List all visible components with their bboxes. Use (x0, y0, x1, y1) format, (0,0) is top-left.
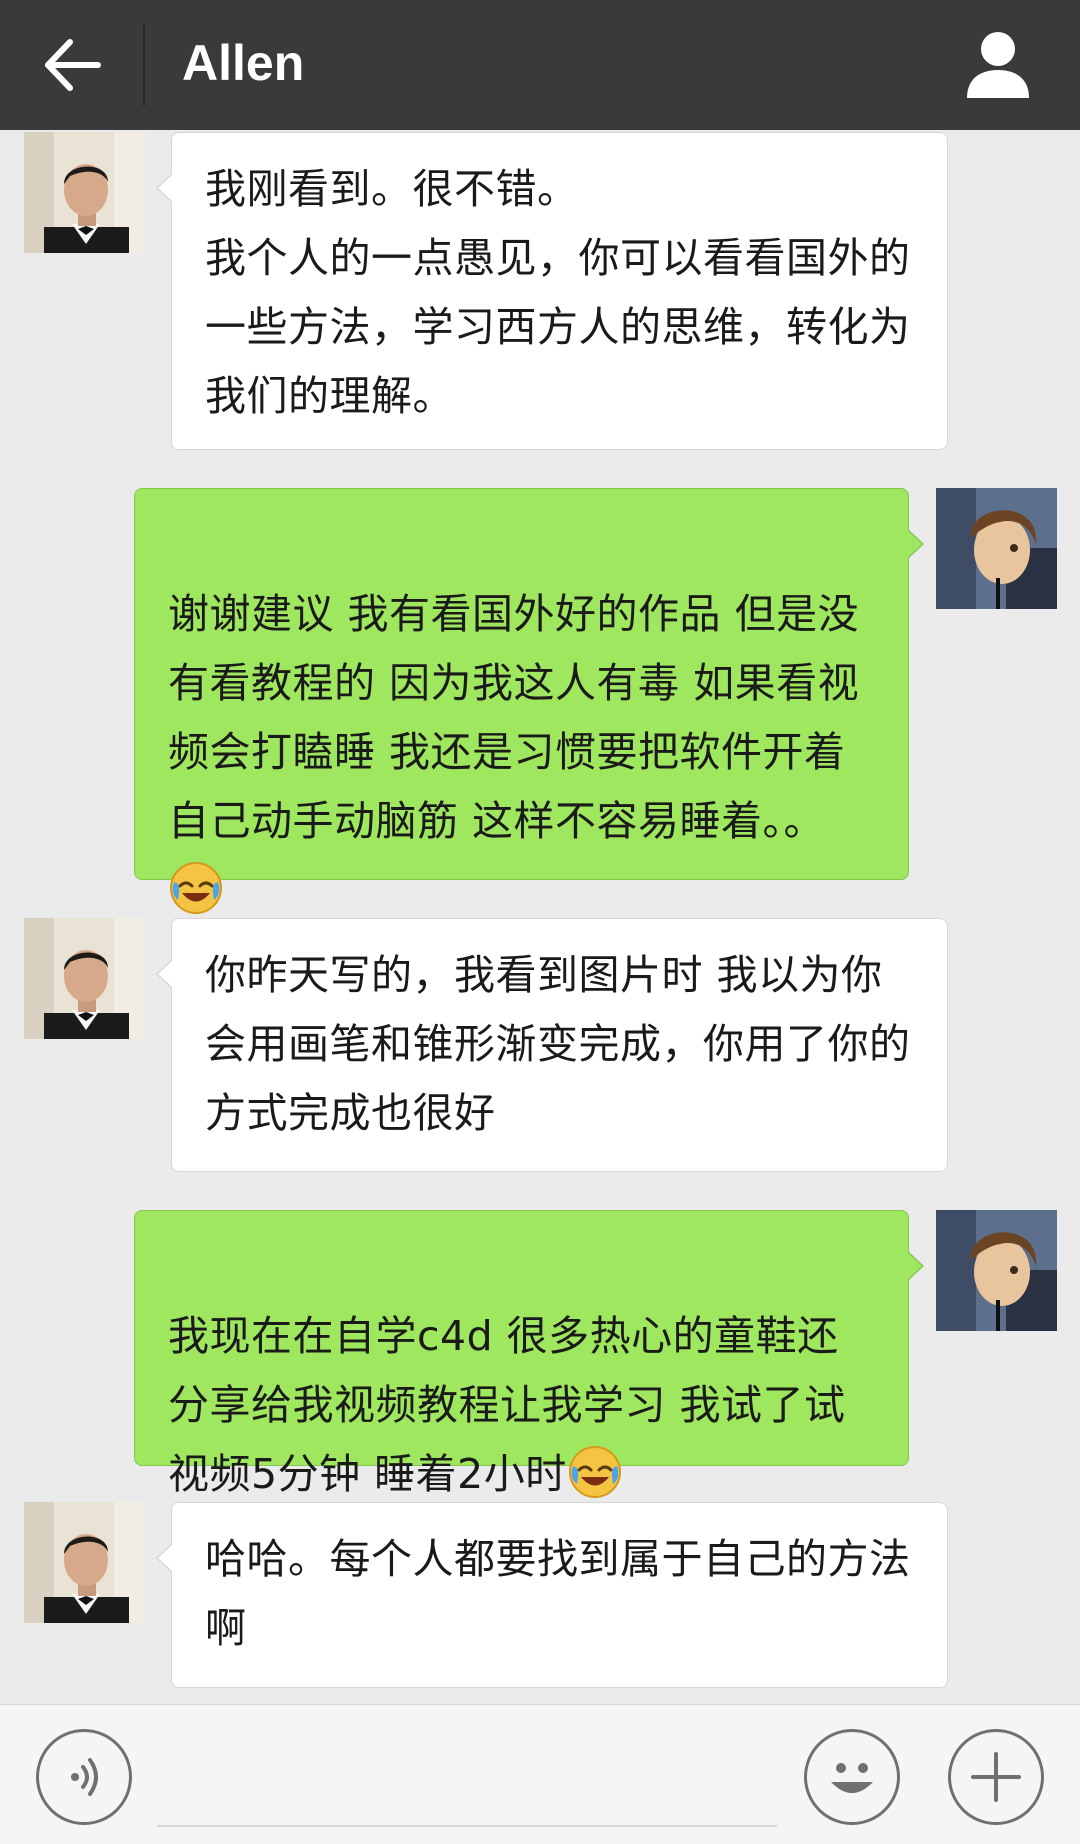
laughing-crying-emoji-icon (567, 1444, 623, 1500)
my-avatar[interactable] (936, 1210, 1057, 1331)
plus-icon (971, 1752, 1021, 1802)
voice-icon (71, 1758, 98, 1796)
message-bubble-incoming[interactable]: 我刚看到。很不错。 我个人的一点愚见，你可以看看国外的一些方法，学习西方人的思维… (156, 132, 948, 450)
message-text: 我现在在自学c4d 很多热心的童鞋还分享给我视频教程让我学习 我试了试 视频5分… (168, 1312, 846, 1498)
contact-avatar[interactable] (24, 1502, 145, 1623)
back-button[interactable] (28, 20, 118, 110)
message-bubble-outgoing[interactable]: 我现在在自学c4d 很多热心的童鞋还分享给我视频教程让我学习 我试了试 视频5分… (134, 1210, 924, 1498)
chat-title: Allen (182, 35, 305, 91)
message-text: 谢谢建议 我有看国外好的作品 但是没有看教程的 因为我这人有毒 如果看视频会打瞌… (168, 590, 860, 845)
header-divider (143, 24, 145, 106)
contact-avatar[interactable] (24, 132, 145, 253)
more-options-button[interactable] (948, 1729, 1044, 1825)
person-icon (967, 32, 1029, 98)
smiley-icon (831, 1763, 873, 1793)
message-bubble-incoming[interactable]: 你昨天写的，我看到图片时 我以为你会用画笔和锥形渐变完成，你用了你的方式完成也很… (156, 918, 948, 1172)
laughing-crying-emoji-icon (168, 860, 224, 916)
contact-avatar[interactable] (24, 918, 145, 1039)
contact-profile-button[interactable] (955, 22, 1041, 108)
arrow-left-icon (45, 39, 101, 91)
message-input-bar (0, 1704, 1080, 1844)
voice-input-button[interactable] (36, 1729, 132, 1825)
message-bubble-outgoing[interactable]: 谢谢建议 我有看国外好的作品 但是没有看教程的 因为我这人有毒 如果看视频会打瞌… (134, 488, 924, 914)
my-avatar[interactable] (936, 488, 1057, 609)
message-bubble-incoming[interactable]: 哈哈。每个人都要找到属于自己的方法啊 (156, 1502, 948, 1688)
text-input-field[interactable] (157, 1825, 777, 1827)
chat-header: Allen (0, 0, 1080, 130)
emoji-button[interactable] (804, 1729, 900, 1825)
